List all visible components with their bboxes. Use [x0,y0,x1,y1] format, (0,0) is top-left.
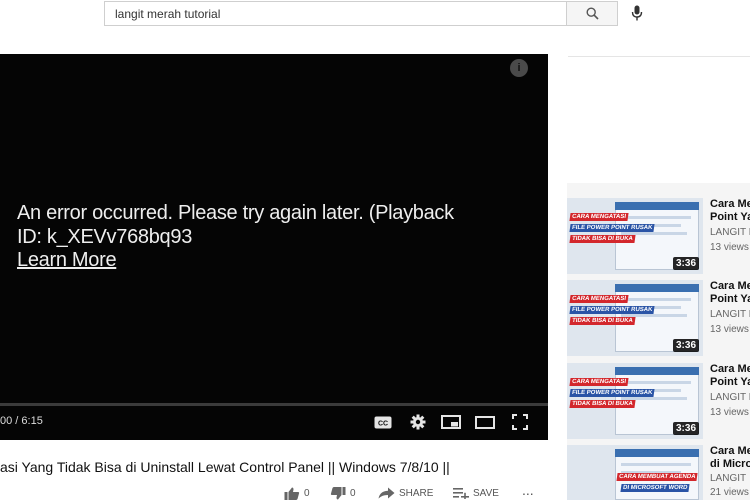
related-video-title[interactable]: Cara Me di Micro [710,445,750,471]
thumbnail-banner: TIDAK BISA DI BUKA [569,317,636,325]
thumbnail-line [621,298,691,301]
microphone-icon [631,5,643,21]
view-count: 21 views [710,487,749,498]
related-video-item[interactable]: CARA MEMBUAT AGENDA DI MICROSOFT WORD Ca… [567,445,750,500]
thumbnail-banner: CARA MENGATASI [569,295,629,303]
channel-name[interactable]: LANGIT [710,473,746,484]
thumbnail-banner: FILE POWER POINT RUSAK [569,389,655,397]
divider [568,56,750,57]
settings-button[interactable] [408,413,428,431]
related-video-title-line: Cara Me [710,363,750,375]
thumbnail-banner: FILE POWER POINT RUSAK [569,306,655,314]
error-message-line: ID: k_XEVv768bq93 [17,226,193,248]
progress-bar[interactable] [0,403,548,406]
theater-mode-button[interactable] [474,413,496,431]
related-video-title-line: Point Ya [710,293,750,305]
fullscreen-button[interactable] [509,413,531,431]
thumbnail-banner: FILE POWER POINT RUSAK [569,224,655,232]
share-icon [378,487,395,499]
thumbnail-line [621,463,691,466]
youtube-watch-page: i An error occurred. Please try again la… [0,0,750,500]
thumbnail-banner: TIDAK BISA DI BUKA [569,235,636,243]
share-label: SHARE [399,487,434,499]
like-count: 0 [304,488,310,499]
thumbs-up-icon [284,487,300,500]
like-button[interactable]: 0 [284,487,310,500]
dislike-count: 0 [350,488,356,499]
related-video-item[interactable]: CARA MENGATASI FILE POWER POINT RUSAK TI… [567,363,750,441]
fullscreen-icon [512,414,528,430]
thumbnail-window-titlebar [615,284,699,292]
video-duration: 3:36 [672,257,699,270]
view-count: 13 views [710,407,749,418]
video-duration: 3:36 [672,339,699,352]
thumbs-down-icon [330,487,346,500]
thumbnail-banner: CARA MENGATASI [569,213,629,221]
channel-name[interactable]: LANGIT M [710,392,750,403]
thumbnail-window-titlebar [615,202,699,210]
error-message: An error occurred. Please try again late… [17,201,517,249]
view-count: 13 views [710,324,749,335]
subtitles-icon: CC [374,416,392,428]
related-video-title-line: Point Ya [710,211,750,223]
thumbnail-banner: CARA MEMBUAT AGENDA [616,473,699,481]
channel-name[interactable]: LANGIT M [710,227,750,238]
save-button[interactable]: SAVE [453,487,499,499]
video-duration: 3:36 [672,422,699,435]
related-video-title-line: Cara Me [710,445,750,457]
time-display: 00 / 6:15 [0,415,43,427]
thumbnail-window-titlebar [615,449,699,457]
voice-search-button[interactable] [626,2,648,24]
video-title: asi Yang Tidak Bisa di Uninstall Lewat C… [0,459,450,475]
share-button[interactable]: SHARE [378,487,433,499]
learn-more-link[interactable]: Learn More [17,248,117,272]
more-actions-button[interactable]: ... [522,482,534,498]
related-video-title-line: Point Ya [710,376,750,388]
search-box [104,1,566,26]
channel-name[interactable]: LANGIT M [710,309,750,320]
related-video-title-line: Cara Me [710,198,750,210]
view-count: 13 views [710,242,749,253]
video-thumbnail[interactable]: CARA MEMBUAT AGENDA DI MICROSOFT WORD [567,445,703,500]
thumbnail-window-titlebar [615,367,699,375]
related-video-title[interactable]: Cara Me Point Ya [710,198,750,224]
related-videos-list: CARA MENGATASI FILE POWER POINT RUSAK TI… [567,183,750,500]
video-player[interactable]: i An error occurred. Please try again la… [0,54,548,440]
gear-icon [410,414,426,430]
add-to-playlist-icon [453,488,469,499]
thumbnail-banner: CARA MENGATASI [569,378,629,386]
miniplayer-button[interactable] [440,413,462,431]
video-thumbnail[interactable]: CARA MENGATASI FILE POWER POINT RUSAK TI… [567,280,703,356]
related-video-title-line: di Micro [710,458,750,470]
thumbnail-banner: TIDAK BISA DI BUKA [569,400,636,408]
thumbnail-banner: DI MICROSOFT WORD [620,484,690,492]
video-thumbnail[interactable]: CARA MENGATASI FILE POWER POINT RUSAK TI… [567,198,703,274]
save-label: SAVE [473,487,499,499]
subtitles-button[interactable]: CC [373,413,393,431]
video-thumbnail[interactable]: CARA MENGATASI FILE POWER POINT RUSAK TI… [567,363,703,439]
dislike-button[interactable]: 0 [330,487,356,500]
svg-text:CC: CC [378,420,388,427]
search-input[interactable] [115,2,555,25]
related-video-item[interactable]: CARA MENGATASI FILE POWER POINT RUSAK TI… [567,280,750,358]
info-icon[interactable]: i [510,59,528,77]
more-icon: ... [522,482,534,498]
error-message-line: An error occurred. Please try again late… [17,202,454,224]
related-video-title[interactable]: Cara Me Point Ya [710,363,750,389]
related-video-item[interactable]: CARA MENGATASI FILE POWER POINT RUSAK TI… [567,198,750,276]
search-icon [585,7,599,20]
related-video-title[interactable]: Cara Me Point Ya [710,280,750,306]
thumbnail-line [621,216,691,219]
thumbnail-line [621,381,691,384]
related-video-title-line: Cara Me [710,280,750,292]
miniplayer-icon [441,415,461,429]
theater-mode-icon [475,415,495,429]
search-button[interactable] [566,1,618,26]
